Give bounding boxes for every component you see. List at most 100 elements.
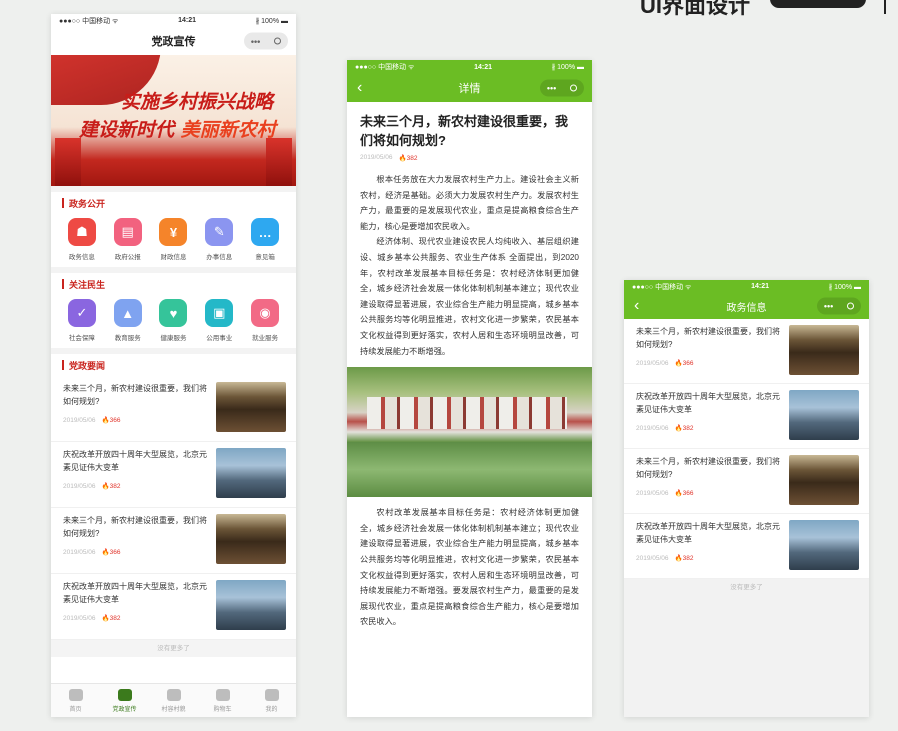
news-item[interactable]: 未来三个月，新农村建设很重要，我们将如何规划? 2019/05/06 🔥366 xyxy=(624,449,869,514)
service-icon: ▤ xyxy=(113,218,142,246)
news-views: 🔥366 xyxy=(674,360,694,367)
capsule-menu[interactable]: ••• xyxy=(817,297,861,315)
service-item[interactable]: ✎ 办事信息 xyxy=(199,218,239,261)
icon-grid: ✓ 社会保障 ▲ 教育服务 ♥ 健康服务 ▣ 公用事业 ◉ 就业服务 xyxy=(51,295,296,348)
news-item[interactable]: 未来三个月，新农村建设很重要，我们将如何规划? 2019/05/06 🔥366 xyxy=(624,319,869,384)
service-item[interactable]: ¥ 财政信息 xyxy=(153,218,193,261)
service-label: 公用事业 xyxy=(206,335,233,342)
tab-item[interactable]: 购物车 xyxy=(198,684,247,717)
close-circle-icon[interactable] xyxy=(570,84,578,92)
fire-icon: 🔥 xyxy=(674,555,683,562)
news-date: 2019/05/06 xyxy=(63,548,96,556)
news-title: 庆祝改革开放四十周年大型展览，北京元素见证伟大变革 xyxy=(636,392,780,414)
news-thumbnail xyxy=(789,390,859,440)
news-views: 🔥366 xyxy=(101,417,121,424)
service-icon: ☗ xyxy=(67,218,96,246)
service-item[interactable]: ◉ 就业服务 xyxy=(245,299,285,342)
hero-banner[interactable]: 实施乡村振兴战略 建设新时代 美丽新农村 xyxy=(51,55,296,186)
news-views: 🔥382 xyxy=(101,615,121,622)
news-item[interactable]: 庆祝改革开放四十周年大型展览，北京元素见证伟大变革 2019/05/06 🔥382 xyxy=(51,574,296,640)
news-date: 2019/05/06 xyxy=(63,416,96,424)
close-circle-icon[interactable] xyxy=(847,302,855,310)
news-views: 🔥382 xyxy=(674,555,694,562)
news-views: 🔥382 xyxy=(101,483,121,490)
tab-item[interactable]: 我的 xyxy=(247,684,296,717)
tab-bar: 首页 党政宣传 村容村貌 购物车 我的 xyxy=(51,683,296,717)
tab-icon xyxy=(117,688,132,701)
news-meta: 2019/05/06 🔥382 xyxy=(63,614,211,623)
news-title: 庆祝改革开放四十周年大型展览，北京元素见证伟大变革 xyxy=(63,450,207,472)
more-icon[interactable]: ••• xyxy=(251,36,260,46)
section-title-news: 党政要闻 xyxy=(51,348,296,376)
fire-icon: 🔥 xyxy=(101,549,110,556)
article-date: 2019/05/06 xyxy=(360,154,393,161)
news-title: 庆祝改革开放四十周年大型展览，北京元素见证伟大变革 xyxy=(636,522,780,544)
news-item[interactable]: 未来三个月，新农村建设很重要，我们将如何规划? 2019/05/06 🔥366 xyxy=(51,376,296,442)
tab-item[interactable]: 村容村貌 xyxy=(149,684,198,717)
news-date: 2019/05/06 xyxy=(636,424,669,432)
section-title: 关注民生 xyxy=(51,267,296,295)
battery-text: ∦ 100% ▬ xyxy=(551,64,584,71)
news-thumbnail xyxy=(789,455,859,505)
status-bar: ●●●○○ 中国移动 ᯤ 14:21 ∦ 100% ▬ xyxy=(51,14,296,27)
more-icon[interactable]: ••• xyxy=(824,301,833,311)
nav-bar: ‹ 详情 ••• xyxy=(347,74,592,102)
news-item[interactable]: 庆祝改革开放四十周年大型展览，北京元素见证伟大变革 2019/05/06 🔥382 xyxy=(624,384,869,449)
news-item[interactable]: 庆祝改革开放四十周年大型展览，北京元素见证伟大变革 2019/05/06 🔥382 xyxy=(624,514,869,579)
service-icon: ✎ xyxy=(205,218,234,246)
service-item[interactable]: ♥ 健康服务 xyxy=(153,299,193,342)
news-views: 🔥382 xyxy=(674,425,694,432)
service-item[interactable]: ▤ 政府公报 xyxy=(108,218,148,261)
news-meta: 2019/05/06 🔥366 xyxy=(63,548,211,557)
news-thumbnail xyxy=(216,580,286,630)
close-circle-icon[interactable] xyxy=(274,37,282,45)
news-meta: 2019/05/06 🔥382 xyxy=(636,424,784,433)
service-label: 健康服务 xyxy=(160,335,187,342)
battery-text: ∦ 100% ▬ xyxy=(828,283,861,291)
news-meta: 2019/05/06 🔥366 xyxy=(63,416,211,425)
news-item[interactable]: 未来三个月，新农村建设很重要，我们将如何规划? 2019/05/06 🔥366 xyxy=(51,508,296,574)
news-date: 2019/05/06 xyxy=(636,359,669,367)
service-item[interactable]: ▲ 教育服务 xyxy=(108,299,148,342)
news-views: 🔥366 xyxy=(674,490,694,497)
news-views: 🔥366 xyxy=(101,549,121,556)
status-time: 14:21 xyxy=(474,63,493,71)
news-meta: 2019/05/06 🔥382 xyxy=(63,482,211,491)
capsule-menu[interactable]: ••• xyxy=(540,79,584,97)
service-icon: ♥ xyxy=(159,299,188,327)
news-date: 2019/05/06 xyxy=(63,482,96,490)
tab-label: 我的 xyxy=(265,706,278,713)
back-arrow-icon[interactable]: ‹ xyxy=(357,79,362,97)
news-title: 未来三个月，新农村建设很重要，我们将如何规划? xyxy=(63,384,207,406)
service-label: 办事信息 xyxy=(206,254,233,261)
more-icon[interactable]: ••• xyxy=(547,83,556,93)
phone-home-screen: ●●●○○ 中国移动 ᯤ 14:21 ∦ 100% ▬ 党政宣传 ••• 实施乡… xyxy=(51,14,296,717)
news-meta: 2019/05/06 🔥382 xyxy=(636,554,784,563)
news-thumbnail xyxy=(216,514,286,564)
service-item[interactable]: ✓ 社会保障 xyxy=(62,299,102,342)
news-meta: 2019/05/06 🔥366 xyxy=(636,359,784,368)
status-bar: ●●●○○ 中国移动 ᯤ 14:21 ∦ 100% ▬ xyxy=(624,280,869,293)
tab-item[interactable]: 首页 xyxy=(51,684,100,717)
village-photo xyxy=(347,367,592,498)
nav-bar: ‹ 政务信息 ••• xyxy=(624,293,869,319)
service-icon: ¥ xyxy=(159,218,188,246)
fire-icon: 🔥 xyxy=(674,490,683,497)
fire-icon: 🔥 xyxy=(674,360,683,367)
service-icon: ◉ xyxy=(251,299,280,327)
back-arrow-icon[interactable]: ‹ xyxy=(634,297,639,315)
service-item[interactable]: ▣ 公用事业 xyxy=(199,299,239,342)
nav-bar: 党政宣传 ••• xyxy=(51,27,296,55)
tab-label: 党政宣传 xyxy=(112,706,137,713)
carrier-text: ●●●○○ 中国移动 ᯤ xyxy=(59,17,119,25)
no-more-text: 没有更多了 xyxy=(624,579,869,596)
tab-item[interactable]: 党政宣传 xyxy=(100,684,149,717)
service-label: 就业服务 xyxy=(252,335,279,342)
capsule-menu[interactable]: ••• xyxy=(244,32,288,50)
service-item[interactable]: ☗ 政务信息 xyxy=(62,218,102,261)
news-item[interactable]: 庆祝改革开放四十周年大型展览，北京元素见证伟大变革 2019/05/06 🔥382 xyxy=(51,442,296,508)
tab-icon xyxy=(215,688,230,701)
service-item[interactable]: … 意见箱 xyxy=(245,218,285,261)
service-label: 意见箱 xyxy=(255,254,275,261)
icon-grid: ☗ 政务信息 ▤ 政府公报 ¥ 财政信息 ✎ 办事信息 … 意见箱 xyxy=(51,214,296,267)
